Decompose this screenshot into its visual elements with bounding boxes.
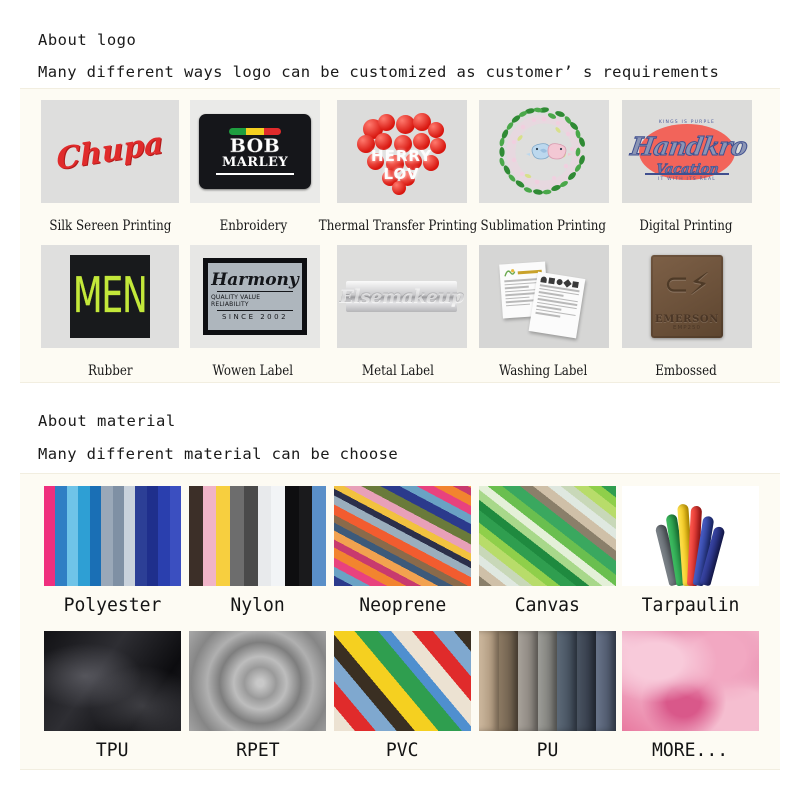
- bob-marley-patch: BOB MARLEY: [199, 114, 311, 189]
- material-label-pvc: PVC: [386, 739, 419, 761]
- rasta-flag-icon: [229, 128, 281, 136]
- material-label-tpu: TPU: [96, 739, 129, 761]
- section-material-subtitle: Many different material can be choose: [38, 445, 399, 463]
- woven-label-frame: Harmony QUALITY VALUE RELIABILITY SINCE …: [203, 258, 307, 335]
- men-text: MEN: [73, 268, 148, 325]
- material-thumb-tarpaulin: [621, 486, 759, 586]
- logo-label-sublimation: Sublimation Printing: [480, 218, 606, 234]
- material-label-neoprene: Neoprene: [359, 594, 446, 616]
- material-label-canvas: Canvas: [514, 594, 581, 616]
- material-row-1: Polyester Nylon Neoprene Canvas Tarpauli…: [40, 486, 760, 616]
- bob-text-line1: BOB: [229, 135, 281, 158]
- bob-underline: [215, 172, 295, 175]
- logo-item-rubber[interactable]: MEN Rubber: [40, 245, 180, 379]
- logo-thumb-metal: Elsemakeup: [336, 245, 467, 348]
- cherry-text: HERRY LOV: [371, 146, 432, 183]
- chupa-wordmark: Chupa: [55, 125, 165, 178]
- logo-thumb-washing: [479, 245, 609, 348]
- logo-row-2: MEN Rubber Harmony QUALITY VALUE RELIABI…: [40, 245, 760, 379]
- logo-label-embroidery: Enbroidery: [219, 218, 287, 234]
- material-thumb-nylon: [189, 486, 326, 586]
- material-thumb-polyester: [44, 486, 181, 586]
- logo-thumb-rubber: MEN: [41, 245, 179, 348]
- logo-label-rubber: Rubber: [87, 363, 133, 379]
- logo-thumb-embossed: ⊂⚡ EMERSON EMP250: [622, 245, 752, 348]
- material-item-nylon[interactable]: Nylon: [185, 486, 330, 616]
- embossed-leather-patch: ⊂⚡ EMERSON EMP250: [651, 255, 723, 338]
- logo-label-embossed: Embossed: [655, 363, 717, 379]
- logo-item-embroidery[interactable]: BOB MARLEY Enbroidery: [183, 100, 323, 234]
- material-item-neoprene[interactable]: Neoprene: [330, 486, 475, 616]
- logo-label-silk-screen: Silk Sereen Printing: [48, 218, 171, 234]
- material-label-more: MORE...: [651, 739, 729, 761]
- logo-label-woven: Wowen Label: [212, 363, 294, 379]
- logo-item-washing[interactable]: Washing Label: [473, 245, 613, 379]
- logo-thumb-woven: Harmony QUALITY VALUE RELIABILITY SINCE …: [190, 245, 320, 348]
- logo-item-embossed[interactable]: ⊂⚡ EMERSON EMP250 Embossed: [616, 245, 756, 379]
- material-label-pu: PU: [536, 739, 559, 761]
- logo-item-sublimation[interactable]: Sublimation Printing: [473, 100, 613, 234]
- material-thumb-rpet: [189, 631, 326, 731]
- material-item-polyester[interactable]: Polyester: [40, 486, 185, 616]
- material-label-tarpaulin: Tarpaulin: [641, 594, 739, 616]
- material-label-nylon: Nylon: [230, 594, 285, 616]
- material-item-more[interactable]: MORE...: [620, 631, 760, 761]
- logo-item-silk-screen[interactable]: Chupa Silk Sereen Printing: [40, 100, 180, 234]
- woven-divider-top: [217, 291, 293, 292]
- section-logo-subtitle: Many different ways logo can be customiz…: [38, 63, 720, 81]
- logo-item-digital[interactable]: KINGS IS PURPLE Handkro Vacation IT WITH…: [616, 100, 756, 234]
- woven-brand: Harmony: [211, 270, 299, 290]
- material-gallery-band: Polyester Nylon Neoprene Canvas Tarpauli…: [20, 473, 780, 770]
- wash-tag-front: [528, 271, 586, 339]
- bird-blue: [526, 142, 551, 159]
- woven-tagline: QUALITY VALUE RELIABILITY: [211, 294, 261, 308]
- logo-thumb-sublimation: [479, 100, 609, 203]
- cherry-heart-graphic: HERRY LOV: [353, 110, 449, 196]
- woven-divider-bottom: [217, 310, 293, 311]
- material-item-tarpaulin[interactable]: Tarpaulin: [620, 486, 760, 616]
- hook-lightning-icon: ⊂⚡: [663, 267, 711, 303]
- embossed-code: EMP250: [672, 324, 702, 331]
- material-label-rpet: RPET: [235, 739, 280, 761]
- logo-gallery-band: Chupa Silk Sereen Printing BOB MARLEY En…: [20, 88, 780, 383]
- material-item-pu[interactable]: PU: [475, 631, 620, 761]
- section-material-title: About material: [38, 412, 176, 430]
- material-item-tpu[interactable]: TPU: [40, 631, 185, 761]
- handkro-wordmark: Handkro: [628, 131, 749, 161]
- material-item-rpet[interactable]: RPET: [185, 631, 330, 761]
- logo-thumb-embroidery: BOB MARLEY: [190, 100, 320, 203]
- logo-label-metal: Metal Label: [361, 363, 435, 379]
- tarpaulin-rolls-graphic: [621, 486, 759, 586]
- material-row-2: TPU RPET PVC PU MORE...: [40, 631, 760, 761]
- logo-row-1: Chupa Silk Sereen Printing BOB MARLEY En…: [40, 100, 760, 234]
- material-item-canvas[interactable]: Canvas: [475, 486, 620, 616]
- logo-label-washing: Washing Label: [498, 363, 588, 379]
- logo-thumb-digital: KINGS IS PURPLE Handkro Vacation IT WITH…: [622, 100, 752, 203]
- bird-pink: [547, 142, 572, 159]
- metal-brand: Elsemakeup: [339, 285, 464, 308]
- metal-label-bar: Elsemakeup: [339, 281, 464, 312]
- material-thumb-canvas: [479, 486, 616, 586]
- material-thumb-more: [621, 631, 759, 731]
- logo-item-metal[interactable]: Elsemakeup Metal Label: [326, 245, 470, 379]
- logo-thumb-silk-screen: Chupa: [41, 100, 179, 203]
- material-thumb-pu: [479, 631, 616, 731]
- material-thumb-tpu: [44, 631, 181, 731]
- logo-thumb-thermal-transfer: HERRY LOV: [336, 100, 467, 203]
- bob-text-line2: MARLEY: [221, 155, 288, 171]
- logo-item-woven[interactable]: Harmony QUALITY VALUE RELIABILITY SINCE …: [183, 245, 323, 379]
- material-label-polyester: Polyester: [63, 594, 162, 616]
- material-thumb-neoprene: [334, 486, 471, 586]
- material-thumb-pvc: [334, 631, 471, 731]
- section-logo-title: About logo: [38, 31, 137, 49]
- embossed-brand: EMERSON: [655, 313, 719, 325]
- men-rubber-patch: MEN: [69, 255, 151, 338]
- logo-label-thermal-transfer: Thermal Transfer Printing: [318, 218, 478, 234]
- material-item-pvc[interactable]: PVC: [330, 631, 475, 761]
- logo-item-thermal-transfer[interactable]: HERRY LOV Thermal Transfer Printing: [319, 100, 477, 234]
- catalog-page: About logo Many different ways logo can …: [0, 0, 800, 800]
- logo-label-digital: Digital Printing: [639, 218, 733, 234]
- woven-since: SINCE 2002: [221, 313, 289, 321]
- wreath-birds-icon: [499, 106, 585, 195]
